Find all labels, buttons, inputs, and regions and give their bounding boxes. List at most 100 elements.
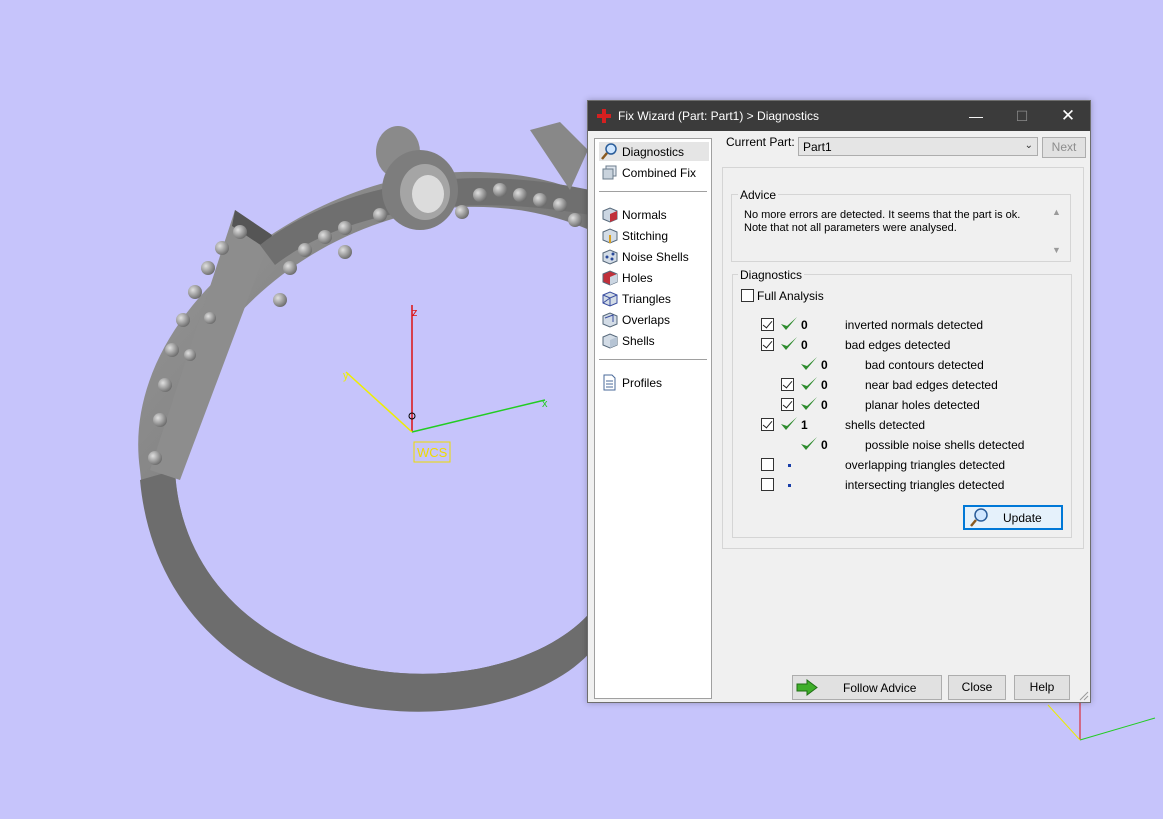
ok-check-icon xyxy=(801,377,817,390)
wizard-navigation: Diagnostics Combined Fix Normals Stitchi… xyxy=(594,138,712,699)
help-button[interactable]: Help xyxy=(1014,675,1070,700)
nav-item-stitching[interactable]: Stitching xyxy=(599,226,709,245)
ok-check-icon xyxy=(801,397,817,410)
normals-cube-icon xyxy=(602,207,618,223)
bad-contours-label: bad contours detected xyxy=(865,358,984,372)
ok-check-icon xyxy=(781,317,797,330)
holes-cube-icon xyxy=(602,270,618,286)
near-bad-edges-count: 0 xyxy=(821,378,828,392)
bad-edges-count: 0 xyxy=(801,338,808,352)
magnifier-icon xyxy=(970,508,988,527)
ring-model[interactable] xyxy=(138,122,600,712)
nav-item-noise-shells[interactable]: Noise Shells xyxy=(599,247,709,266)
planar-holes-count: 0 xyxy=(821,398,828,412)
stitching-cube-icon xyxy=(602,228,618,244)
mini-axes xyxy=(1047,703,1156,741)
current-part-label: Current Part: xyxy=(726,135,795,149)
nav-divider xyxy=(599,191,707,192)
follow-advice-label: Follow Advice xyxy=(843,681,917,695)
next-button[interactable]: Next xyxy=(1042,137,1086,158)
title-bar[interactable]: Fix Wizard (Part: Part1) > Diagnostics —… xyxy=(588,101,1090,131)
advice-text: No more errors are detected. It seems th… xyxy=(744,209,1021,234)
overlaps-cube-icon xyxy=(602,312,618,328)
update-label: Update xyxy=(1003,511,1042,525)
follow-advice-button[interactable]: Follow Advice xyxy=(792,675,942,700)
nav-item-diagnostics[interactable]: Diagnostics xyxy=(599,142,709,161)
intersecting-triangles-checkbox[interactable] xyxy=(761,478,774,491)
noise-shells-count: 0 xyxy=(821,438,828,452)
triangles-cube-icon xyxy=(602,291,618,307)
chevron-down-icon: ⌄ xyxy=(1024,140,1033,151)
nav-item-normals[interactable]: Normals xyxy=(599,205,709,224)
nav-item-combined-fix[interactable]: Combined Fix xyxy=(599,163,709,182)
intersecting-triangles-label: intersecting triangles detected xyxy=(845,478,1005,492)
shells-cube-icon xyxy=(602,333,618,349)
nav-label: Diagnostics xyxy=(622,145,685,159)
current-part-select[interactable]: Part1 ⌄ xyxy=(798,137,1038,156)
planar-holes-label: planar holes detected xyxy=(865,398,980,412)
wcs-label: WCS xyxy=(417,445,448,460)
nav-label: Stitching xyxy=(622,229,669,243)
svg-text:y: y xyxy=(343,370,349,382)
close-window-button[interactable]: ✕ xyxy=(1045,101,1091,131)
ok-check-icon xyxy=(781,337,797,350)
nav-label: Triangles xyxy=(622,292,671,306)
inverted-normals-label: inverted normals detected xyxy=(845,318,984,332)
svg-text:z: z xyxy=(412,307,418,319)
noise-shells-cube-icon xyxy=(602,249,618,265)
nav-label: Shells xyxy=(622,334,655,348)
shells-label: shells detected xyxy=(845,418,926,432)
near-bad-edges-checkbox[interactable] xyxy=(781,378,794,391)
pending-dot-icon xyxy=(788,464,791,467)
nav-item-overlaps[interactable]: Overlaps xyxy=(599,310,709,329)
ok-check-icon xyxy=(801,357,817,370)
shells-checkbox[interactable] xyxy=(761,418,774,431)
nav-item-triangles[interactable]: Triangles xyxy=(599,289,709,308)
ok-check-icon xyxy=(781,417,797,430)
inverted-normals-checkbox[interactable] xyxy=(761,318,774,331)
nav-label: Noise Shells xyxy=(622,250,689,264)
planar-holes-checkbox[interactable] xyxy=(781,398,794,411)
window-title: Fix Wizard (Part: Part1) > Diagnostics xyxy=(618,109,820,123)
close-button[interactable]: Close xyxy=(948,675,1006,700)
nav-label: Combined Fix xyxy=(622,166,697,180)
combined-fix-icon xyxy=(602,165,617,180)
near-bad-edges-label: near bad edges detected xyxy=(865,378,998,392)
full-analysis-checkbox[interactable] xyxy=(741,289,754,302)
diagnostics-title: Diagnostics xyxy=(738,268,805,282)
advice-title: Advice xyxy=(738,188,779,202)
noise-shells-label: possible noise shells detected xyxy=(865,438,1025,452)
maximize-button[interactable]: ☐ xyxy=(999,101,1045,131)
minimize-button[interactable]: — xyxy=(953,101,999,131)
scroll-up-icon[interactable]: ▲ xyxy=(1052,207,1061,217)
overlapping-triangles-label: overlapping triangles detected xyxy=(845,458,1006,472)
profiles-document-icon xyxy=(603,374,616,391)
shells-count: 1 xyxy=(801,418,808,432)
bad-contours-count: 0 xyxy=(821,358,828,372)
overlapping-triangles-checkbox[interactable] xyxy=(761,458,774,471)
bad-edges-label: bad edges detected xyxy=(845,338,951,352)
nav-label: Profiles xyxy=(622,376,663,390)
nav-divider xyxy=(599,359,707,360)
current-part-value: Part1 xyxy=(803,140,832,154)
nav-item-profiles[interactable]: Profiles xyxy=(599,373,709,392)
red-cross-icon xyxy=(597,109,611,123)
pending-dot-icon xyxy=(788,484,791,487)
resize-grip-icon[interactable] xyxy=(1079,691,1089,701)
green-arrow-icon xyxy=(796,679,818,696)
bad-edges-checkbox[interactable] xyxy=(761,338,774,351)
nav-item-shells[interactable]: Shells xyxy=(599,331,709,350)
ok-check-icon xyxy=(801,437,817,450)
advice-scrollbar[interactable]: ▲ ▼ xyxy=(1050,205,1064,257)
fix-wizard-dialog: Fix Wizard (Part: Part1) > Diagnostics —… xyxy=(587,100,1091,703)
svg-text:x: x xyxy=(542,398,548,410)
update-button[interactable]: Update xyxy=(963,505,1063,530)
nav-label: Overlaps xyxy=(622,313,671,327)
scroll-down-icon[interactable]: ▼ xyxy=(1052,245,1061,255)
nav-item-holes[interactable]: Holes xyxy=(599,268,709,287)
nav-label: Holes xyxy=(622,271,653,285)
magnifier-icon xyxy=(601,143,617,160)
full-analysis-label: Full Analysis xyxy=(757,289,824,303)
inverted-normals-count: 0 xyxy=(801,318,808,332)
nav-label: Normals xyxy=(622,208,667,222)
